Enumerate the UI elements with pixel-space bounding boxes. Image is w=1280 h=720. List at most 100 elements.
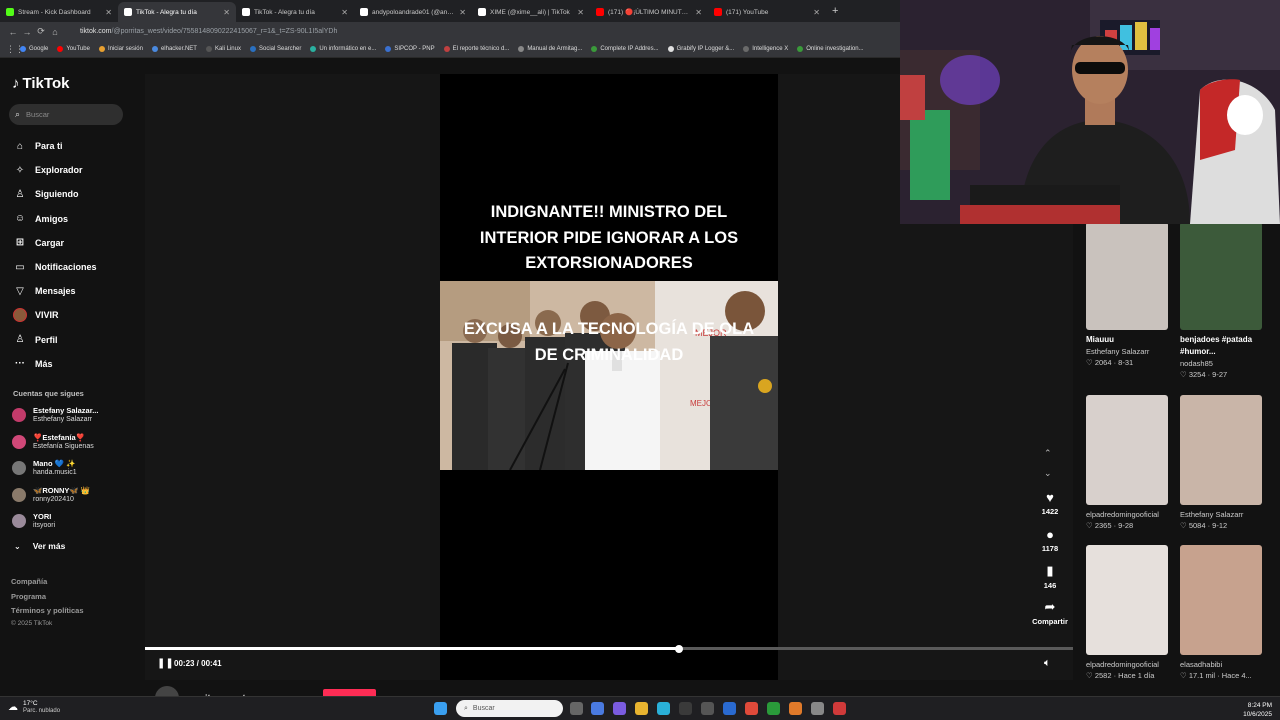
related-title-2: #humor... (1180, 347, 1216, 356)
nav-item-notificaciones[interactable]: ▭ Notificaciones (13, 255, 96, 279)
nav-item-cargar[interactable]: ⊞ Cargar (13, 231, 97, 255)
copilot-icon[interactable] (591, 702, 604, 715)
close-tab-icon[interactable]: ✕ (105, 8, 112, 17)
bookmark-item[interactable]: Manual de Armitag... (518, 46, 582, 52)
app-icon[interactable] (701, 702, 714, 715)
store-icon[interactable] (679, 702, 692, 715)
vscode-icon[interactable] (723, 702, 736, 715)
close-tab-icon[interactable]: ✕ (813, 8, 820, 17)
nav-item-explorador[interactable]: ✧ Explorador (13, 158, 97, 182)
related-video[interactable]: benjadoes #patada #humor... nodash85 ♡ 3254… (1180, 222, 1262, 381)
nav-item-vivir[interactable]: VIVIR (13, 303, 97, 327)
system-clock[interactable]: 8:24 PM 10/6/2025 (1222, 701, 1272, 719)
new-tab-icon[interactable]: + (832, 5, 838, 17)
app-icon-2[interactable] (811, 702, 824, 715)
related-video[interactable]: elpadredomingooficial ♡ 2365 · 9-28 (1086, 395, 1168, 532)
bookmark-item[interactable]: Intelligence X (743, 46, 788, 52)
firefox-icon[interactable] (789, 702, 802, 715)
task-view-icon[interactable] (570, 702, 583, 715)
bookmark-favicon-icon (667, 46, 674, 52)
following-account[interactable]: Estefany Salazar... Esthefany Salazarr (12, 406, 98, 424)
browser-tab[interactable]: andypoloandrade01 (@andypo ✕ (354, 2, 472, 22)
close-tab-icon[interactable]: ✕ (695, 8, 702, 17)
chrome-icon[interactable] (745, 702, 758, 715)
bookmark-item[interactable]: Social Searcher (249, 46, 301, 52)
windows-start-icon[interactable] (434, 702, 447, 715)
volume-icon[interactable]: 🔈︎ (1044, 657, 1051, 670)
browser-tab[interactable]: TikTok - Alegra tu día ✕ (236, 2, 354, 22)
bookmark-item[interactable]: YouTube (57, 46, 90, 52)
browser-tab[interactable]: XIME (@xime__ali) | TikTok ✕ (472, 2, 590, 22)
nav-item-ms[interactable]: ··· Más (13, 352, 97, 376)
xbox-icon[interactable] (767, 702, 780, 715)
weather-widget[interactable]: ☁ 17°C Parc. nublado (8, 700, 60, 715)
related-video[interactable]: Esthefany Salazarr ♡ 5084 · 9-12 (1180, 395, 1262, 532)
footer-link[interactable]: Términos y políticas (11, 606, 84, 615)
related-thumbnail[interactable] (1086, 545, 1168, 655)
related-date: Hace 1 día (1118, 671, 1155, 680)
bookmark-item[interactable]: SIPCOP - PNP (385, 46, 435, 52)
bookmark-item[interactable]: Iniciar sesión (98, 46, 143, 52)
related-thumbnail[interactable] (1180, 545, 1262, 655)
app-icon-3[interactable] (833, 702, 846, 715)
related-video[interactable]: elasadhabibi ♡ 17.1 mil · Hace 4... (1180, 545, 1262, 682)
close-tab-icon[interactable]: ✕ (341, 8, 348, 17)
bookmark-item[interactable]: Un informático en e... (310, 46, 376, 52)
bookmark-item[interactable]: Grabify IP Logger &... (667, 46, 734, 52)
see-more-button[interactable]: ⌄ Ver más (14, 541, 65, 551)
related-thumbnail[interactable] (1180, 395, 1262, 505)
related-video[interactable]: Miauuu Esthefany Salazarr ♡ 2064 · 8-31 (1086, 222, 1168, 369)
tiktok-logo[interactable]: ♪ TikTok (12, 75, 69, 92)
footer-link[interactable]: Programa (11, 592, 46, 601)
like-button[interactable]: ♥ 1422 (1032, 490, 1068, 516)
bookmark-item[interactable]: Online investigation... (797, 46, 864, 52)
forward-icon[interactable]: → (20, 27, 34, 37)
reload-icon[interactable]: ⟳ (34, 26, 48, 37)
nav-item-perfil[interactable]: ♙ Perfil (13, 328, 97, 352)
progress-handle[interactable] (674, 644, 683, 653)
apps-icon[interactable]: ⋮⋮ (6, 44, 24, 55)
close-tab-icon[interactable]: ✕ (459, 8, 466, 17)
following-account[interactable]: 🦋RONNY🦋 👑 ronny202410 (12, 486, 90, 504)
browser-tab[interactable]: (171) YouTube ✕ (708, 2, 826, 22)
bookmark-item[interactable]: Google (20, 46, 48, 52)
previous-video-icon[interactable]: ⌃ (1044, 448, 1052, 459)
following-account[interactable]: YORI itsyoori (12, 512, 55, 530)
video-progress-bar[interactable] (145, 644, 1073, 653)
close-tab-icon[interactable]: ✕ (577, 8, 584, 17)
bookmark-item[interactable]: Complete IP Addres... (591, 46, 659, 52)
nav-item-amigos[interactable]: ☺ Amigos (13, 207, 97, 231)
video-time: 00:23 / 00:41 (174, 659, 222, 668)
search-input[interactable]: ⌕ Buscar (9, 104, 123, 125)
browser-tab[interactable]: (171) 🔴¡ÚLTIMO MINUTO! PR ✕ (590, 2, 708, 22)
related-thumbnail[interactable] (1086, 395, 1168, 505)
browser-tab[interactable]: Stream - Kick Dashboard ✕ (0, 2, 118, 22)
nav-item-siguiendo[interactable]: ♙ Siguiendo (13, 182, 97, 206)
video-frame[interactable]: INDIGNANTE!! MINISTRO DEL INTERIOR PIDE I… (440, 74, 778, 680)
related-video[interactable]: elpadredomingooficial ♡ 2582 · Hace 1 día (1086, 545, 1168, 682)
nav-item-mensajes[interactable]: ▽ Mensajes (13, 279, 97, 303)
related-thumbnail[interactable] (1180, 222, 1262, 330)
teams-icon[interactable] (613, 702, 626, 715)
url-field[interactable]: tiktok.com/@porritas_west/video/75581480… (80, 28, 337, 35)
following-account[interactable]: Mano 💙 ✨ handa.music1 (12, 459, 77, 477)
next-video-icon[interactable]: ⌄ (1044, 468, 1052, 479)
bookmark-item[interactable]: Kali Linux (205, 46, 241, 52)
nav-item-parati[interactable]: ⌂ Para ti (13, 134, 97, 158)
edge-icon[interactable] (657, 702, 670, 715)
pause-icon[interactable]: ❚❚ (157, 658, 174, 669)
close-tab-icon[interactable]: ✕ (223, 8, 230, 17)
home-icon[interactable]: ⌂ (48, 27, 62, 37)
browser-tab[interactable]: TikTok - Alegra tu día ✕ (118, 2, 236, 22)
footer-link[interactable]: Compañía (11, 577, 47, 586)
taskbar-search[interactable]: ⌕ Buscar (456, 700, 563, 717)
related-thumbnail[interactable] (1086, 222, 1168, 330)
save-button[interactable]: ▮ 146 (1032, 563, 1068, 590)
bookmark-item[interactable]: elhacker.NET (151, 46, 197, 52)
back-icon[interactable]: ← (6, 27, 20, 37)
bookmark-item[interactable]: El reporte técnico d... (443, 46, 509, 52)
comment-button[interactable]: ● 1178 (1032, 527, 1068, 553)
file-explorer-icon[interactable] (635, 702, 648, 715)
following-account[interactable]: ❣️Estefanía❣️ Estefanía Siguenas (12, 433, 94, 451)
share-button[interactable]: ➦ Compartir (1026, 599, 1074, 626)
